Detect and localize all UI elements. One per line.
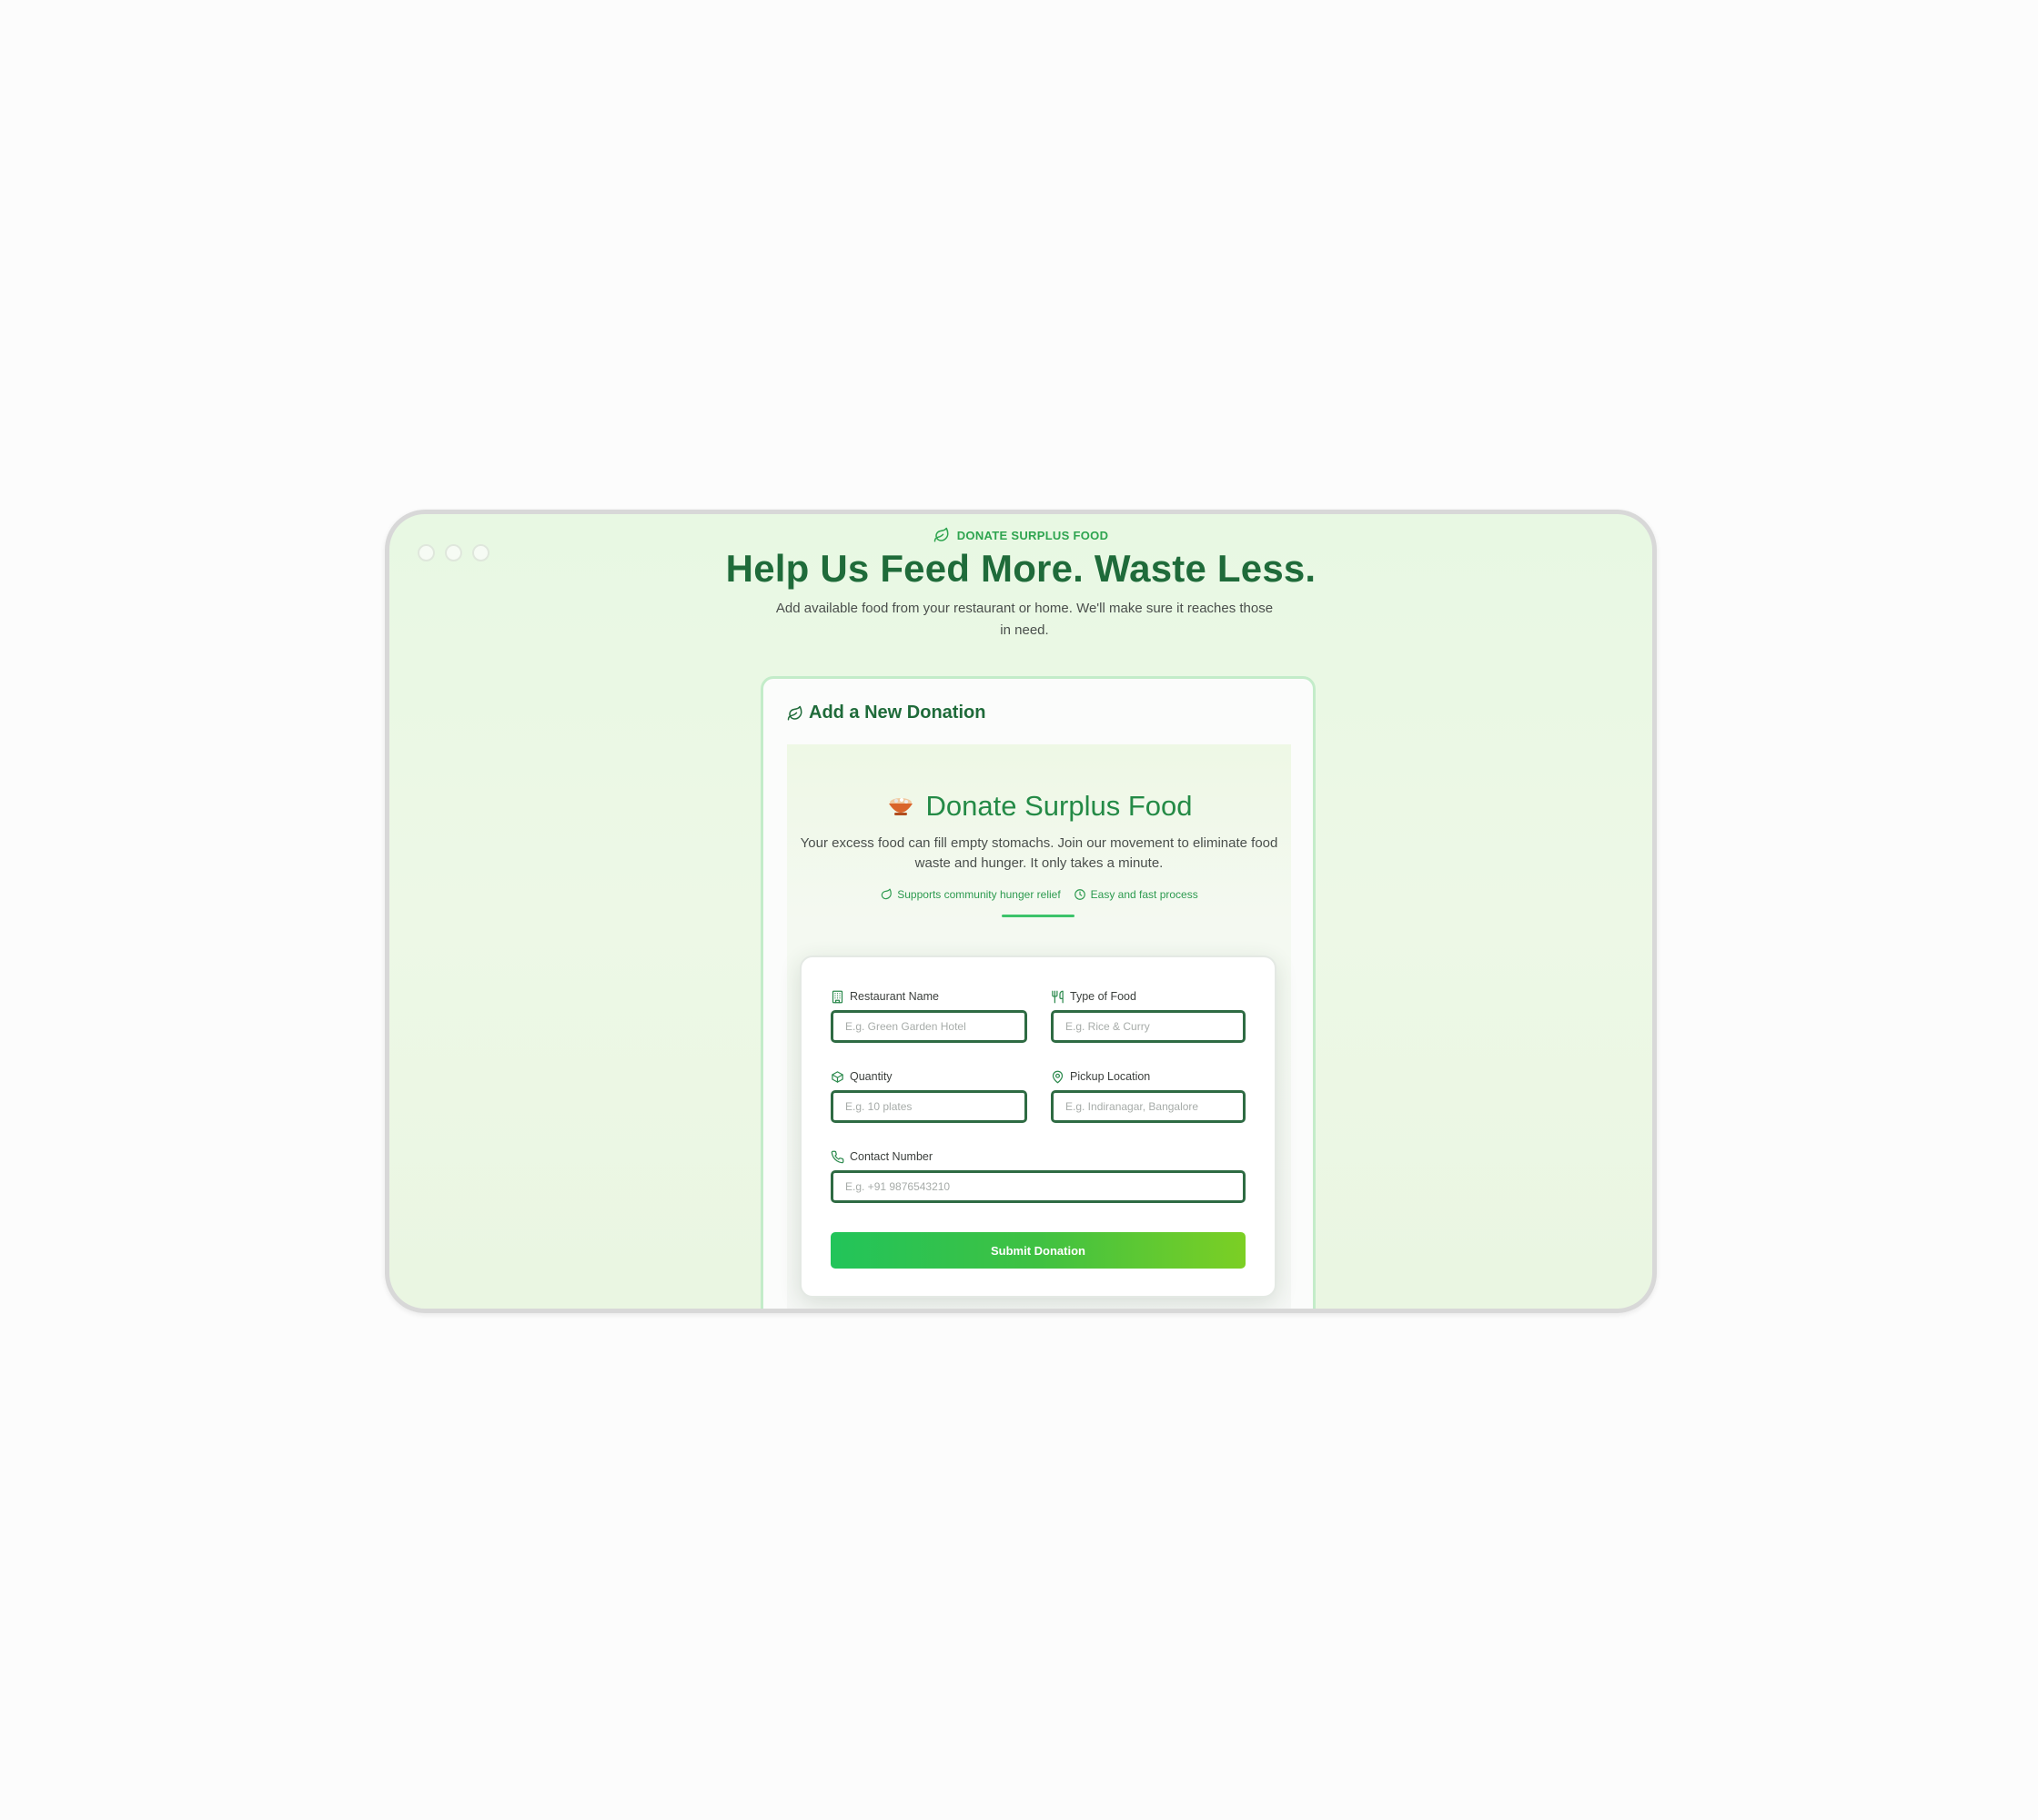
pickup-location-field: Pickup Location <box>1051 1068 1246 1123</box>
page-title: Help Us Feed More. Waste Less. <box>725 547 1317 590</box>
food-type-label: Type of Food <box>1051 988 1246 1005</box>
pickup-location-input[interactable] <box>1051 1090 1246 1123</box>
restaurant-name-label: Restaurant Name <box>831 988 1027 1005</box>
phone-icon <box>831 1150 844 1163</box>
card-header: Add a New Donation <box>787 703 985 723</box>
contact-number-label-text: Contact Number <box>850 1150 933 1163</box>
pickup-location-label-text: Pickup Location <box>1070 1070 1151 1083</box>
map-pin-icon <box>1052 1070 1064 1083</box>
restaurant-name-field: Restaurant Name <box>831 988 1027 1043</box>
contact-number-field: Contact Number <box>831 1148 1246 1203</box>
section-title: Donate Surplus Food <box>787 790 1291 823</box>
badge-easy-process: Easy and fast process <box>1074 888 1198 901</box>
card-header-title: Add a New Donation <box>809 703 986 723</box>
quantity-field: Quantity <box>831 1068 1027 1123</box>
pickup-location-label: Pickup Location <box>1051 1068 1246 1085</box>
hero-eyebrow: DONATE SURPLUS FOOD <box>389 527 1652 543</box>
food-type-label-text: Type of Food <box>1070 990 1136 1003</box>
leaf-icon <box>933 527 949 542</box>
building-icon <box>832 990 843 1003</box>
package-icon <box>832 1070 843 1083</box>
feature-badges: Supports community hunger relief Easy an… <box>787 888 1291 901</box>
hand-heart-icon <box>787 705 802 720</box>
food-bowl-icon <box>888 798 913 815</box>
badge-hunger-relief: Supports community hunger relief <box>880 888 1061 901</box>
page-subtitle: Add available food from your restaurant … <box>775 601 1274 638</box>
clock-icon <box>1074 889 1085 900</box>
contact-number-label: Contact Number <box>831 1148 1246 1165</box>
section-description: Your excess food can fill empty stomachs… <box>800 835 1278 871</box>
browser-window: DONATE SURPLUS FOOD Help Us Feed More. W… <box>385 510 1657 1313</box>
food-type-input[interactable] <box>1051 1010 1246 1043</box>
section-title-text: Donate Surplus Food <box>925 790 1193 822</box>
donation-section: Donate Surplus Food Your excess food can… <box>787 744 1291 1309</box>
donation-form: Restaurant Name Type of Food Quantity <box>800 956 1276 1298</box>
quantity-label-text: Quantity <box>850 1070 893 1083</box>
restaurant-name-input[interactable] <box>831 1010 1027 1043</box>
section-divider <box>1002 915 1074 917</box>
utensils-icon <box>1052 990 1064 1003</box>
restaurant-name-label-text: Restaurant Name <box>850 990 939 1003</box>
food-type-field: Type of Food <box>1051 988 1246 1043</box>
leaf-icon <box>882 888 893 900</box>
badge-label: Easy and fast process <box>1090 888 1198 901</box>
quantity-input[interactable] <box>831 1090 1027 1123</box>
donation-card: Add a New Donation Donate Surplus Food Y… <box>761 676 1316 1309</box>
contact-number-input[interactable] <box>831 1170 1246 1203</box>
quantity-label: Quantity <box>831 1068 1027 1085</box>
submit-donation-button[interactable]: Submit Donation <box>831 1232 1246 1269</box>
hero-eyebrow-text: DONATE SURPLUS FOOD <box>956 528 1109 542</box>
badge-label: Supports community hunger relief <box>897 888 1061 901</box>
